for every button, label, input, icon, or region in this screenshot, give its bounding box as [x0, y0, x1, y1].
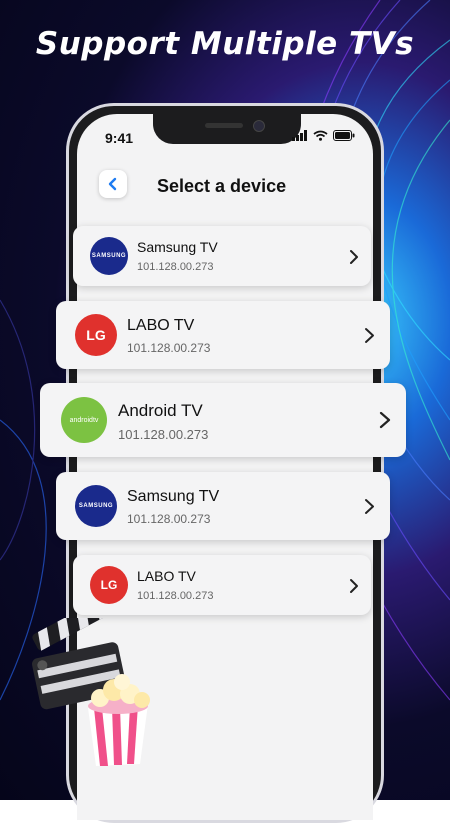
headline: Support Multiple TVs	[35, 26, 415, 62]
device-name: LABO TV	[127, 317, 195, 334]
notch	[153, 114, 301, 144]
device-ip: 101.128.00.273	[118, 427, 209, 442]
camera-icon	[253, 120, 265, 132]
device-ip: 101.128.00.273	[127, 512, 211, 526]
chevron-left-icon	[108, 177, 117, 191]
clapperboard-popcorn-icon	[32, 618, 150, 766]
device-ip: 101.128.00.273	[127, 341, 211, 355]
lg-logo-icon: LG	[90, 566, 128, 604]
page-title: Select a device	[157, 176, 287, 196]
device-name: Android TV	[118, 401, 203, 420]
lg-logo-icon: LG	[75, 314, 117, 356]
chevron-right-icon	[379, 411, 391, 429]
status-time: 9:41	[105, 130, 134, 146]
device-card-labo-2[interactable]: LG LABO TV 101.128.00.273	[73, 555, 371, 615]
samsung-logo-icon: SAMSUNG	[75, 485, 117, 527]
android-tv-logo-icon: androidtv	[61, 397, 107, 443]
speaker	[205, 123, 243, 128]
chevron-right-icon	[365, 328, 374, 343]
device-ip: 101.128.00.273	[137, 590, 214, 602]
samsung-logo-icon: SAMSUNG	[90, 237, 128, 275]
battery-icon	[333, 130, 355, 141]
chevron-right-icon	[365, 499, 374, 514]
status-icons	[292, 130, 355, 141]
device-card-samsung-2[interactable]: SAMSUNG Samsung TV 101.128.00.273	[56, 472, 390, 540]
signal-icon	[292, 130, 307, 141]
device-name: Samsung TV	[127, 488, 220, 505]
device-name: LABO TV	[137, 568, 196, 584]
chevron-right-icon	[350, 250, 358, 264]
device-card-labo[interactable]: LG LABO TV 101.128.00.273	[56, 301, 390, 369]
chevron-right-icon	[350, 579, 358, 593]
device-card-android[interactable]: androidtv Android TV 101.128.00.273	[40, 383, 406, 457]
device-ip: 101.128.00.273	[137, 261, 214, 273]
device-name: Samsung TV	[137, 239, 218, 255]
wifi-icon	[313, 130, 328, 141]
back-button[interactable]	[99, 170, 127, 198]
device-card-samsung[interactable]: SAMSUNG Samsung TV 101.128.00.273	[73, 226, 371, 286]
